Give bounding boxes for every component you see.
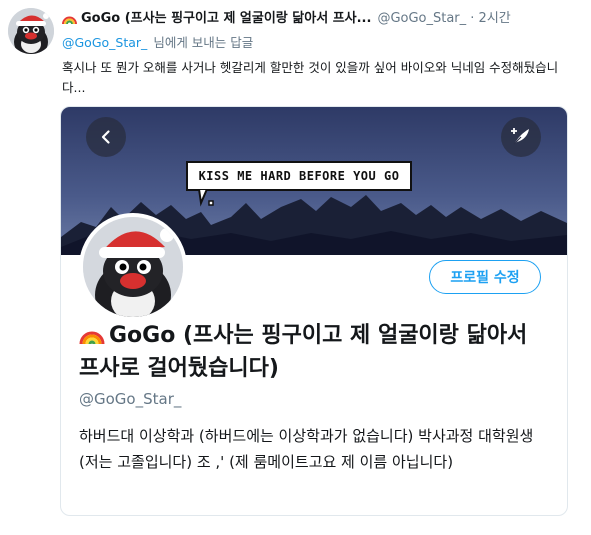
profile-handle: @GoGo_Star_ [79, 390, 182, 408]
tweet-header: GoGo (프사는 핑구이고 제 얼굴이랑 닮아서 프사... @GoGo_Sta… [62, 9, 587, 29]
rainbow-emoji-icon [79, 323, 105, 354]
author-display-name[interactable]: GoGo (프사는 핑구이고 제 얼굴이랑 닮아서 프사... [81, 11, 371, 26]
attached-profile-image[interactable]: KISS ME HARD BEFORE YOU GO 프로필 수정 GoGo (… [60, 106, 568, 516]
chevron-left-icon [101, 130, 110, 144]
speech-bubble-tail [197, 189, 214, 207]
profile-display-name-text: GoGo (프사는 핑구이고 제 얼굴이랑 닮아서 프사로 걸어뒀습니다) [79, 323, 528, 381]
reply-context: @GoGo_Star_ 님에게 보내는 답글 [62, 34, 253, 52]
compose-button[interactable] [501, 117, 541, 157]
penguin-avatar-image [83, 217, 183, 317]
rainbow-emoji-icon [62, 11, 77, 29]
profile-bio: 하버드대 이상학과 (하버드에는 이상학과가 없습니다) 박사과정 대학원생 (… [79, 427, 534, 471]
tweet-text: 혹시나 또 뭔가 오해를 사거나 헷갈리게 할만한 것이 있을까 싶어 바이오와… [62, 60, 559, 95]
reply-mention-link[interactable]: @GoGo_Star_ [62, 35, 147, 50]
author-avatar[interactable] [8, 8, 54, 54]
tweet-timestamp[interactable]: · 2시간 [466, 11, 510, 26]
feather-compose-icon [511, 128, 529, 145]
edit-profile-button[interactable]: 프로필 수정 [429, 260, 541, 294]
banner-speech-bubble: KISS ME HARD BEFORE YOU GO [186, 161, 412, 191]
penguin-avatar-image [8, 8, 54, 54]
author-handle[interactable]: @GoGo_Star_ [377, 11, 466, 26]
back-button[interactable] [86, 117, 126, 157]
reply-context-label: 님에게 보내는 답글 [153, 35, 254, 50]
profile-avatar[interactable] [79, 213, 187, 321]
profile-display-name: GoGo (프사는 핑구이고 제 얼굴이랑 닮아서 프사로 걸어뒀습니다) [79, 321, 554, 384]
